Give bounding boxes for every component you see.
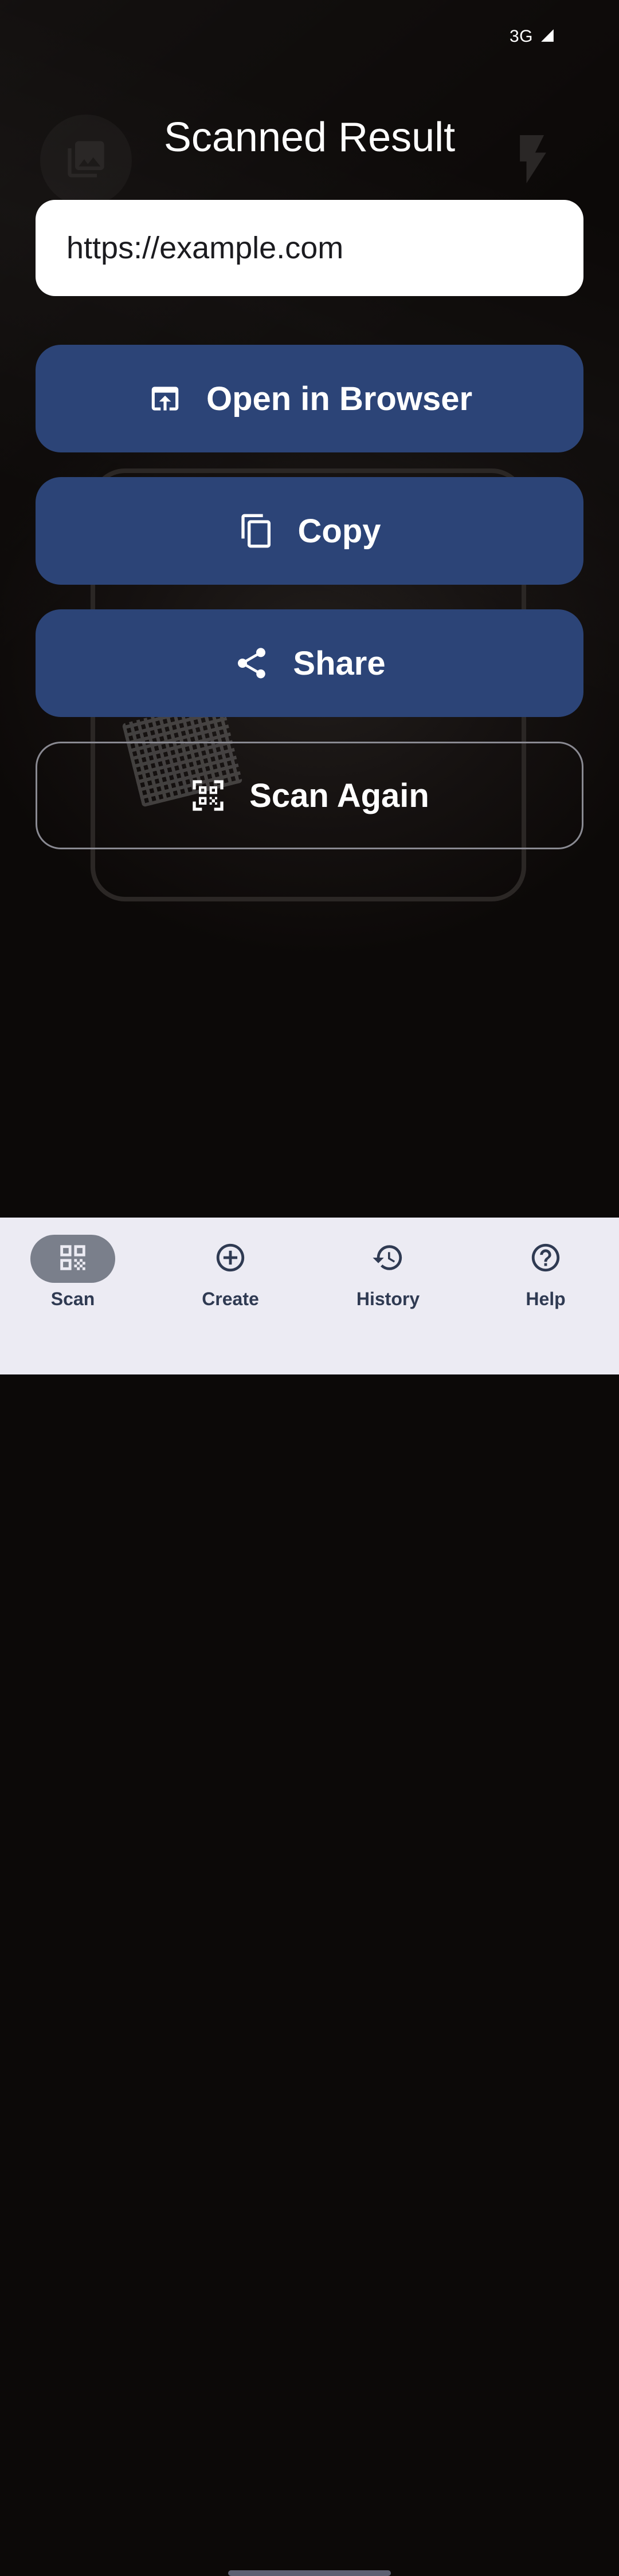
nav-icon-container <box>346 1235 430 1283</box>
status-bar: 3G <box>510 26 555 47</box>
page-title: Scanned Result <box>163 115 456 160</box>
add-circle-icon <box>214 1241 247 1277</box>
nav-item-create[interactable]: Create <box>173 1235 288 1338</box>
bottom-navigation: Scan Create History Help <box>0 1218 619 2576</box>
qr-code-icon <box>56 1241 89 1277</box>
share-button[interactable]: Share <box>36 609 583 717</box>
nav-label-history: History <box>356 1289 420 1309</box>
share-label: Share <box>293 644 386 682</box>
nav-label-create: Create <box>202 1289 259 1309</box>
qr-scan-icon <box>190 777 226 814</box>
copy-button[interactable]: Copy <box>36 477 583 585</box>
scan-again-button[interactable]: Scan Again <box>36 742 583 849</box>
history-icon <box>371 1241 405 1277</box>
nav-item-help[interactable]: Help <box>488 1235 603 1338</box>
open-in-browser-button[interactable]: Open in Browser <box>36 345 583 452</box>
network-type: 3G <box>509 27 533 46</box>
signal-icon <box>540 28 555 46</box>
nav-label-scan: Scan <box>50 1289 95 1309</box>
home-indicator[interactable] <box>228 2570 391 2576</box>
nav-item-scan[interactable]: Scan <box>15 1235 130 1338</box>
nav-icon-container <box>188 1235 273 1283</box>
scan-again-label: Scan Again <box>249 777 429 814</box>
scanned-result-text: https://example.com <box>66 231 344 265</box>
nav-icon-container <box>503 1235 588 1283</box>
nav-item-history[interactable]: History <box>331 1235 445 1338</box>
scanned-result-field[interactable]: https://example.com <box>36 200 583 296</box>
open-in-browser-icon <box>147 380 183 417</box>
share-icon <box>233 645 270 682</box>
copy-icon <box>238 513 275 549</box>
help-icon <box>529 1241 562 1277</box>
nav-label-help: Help <box>526 1289 566 1309</box>
nav-active-indicator <box>30 1235 115 1283</box>
open-in-browser-label: Open in Browser <box>206 380 473 417</box>
copy-label: Copy <box>297 512 381 550</box>
